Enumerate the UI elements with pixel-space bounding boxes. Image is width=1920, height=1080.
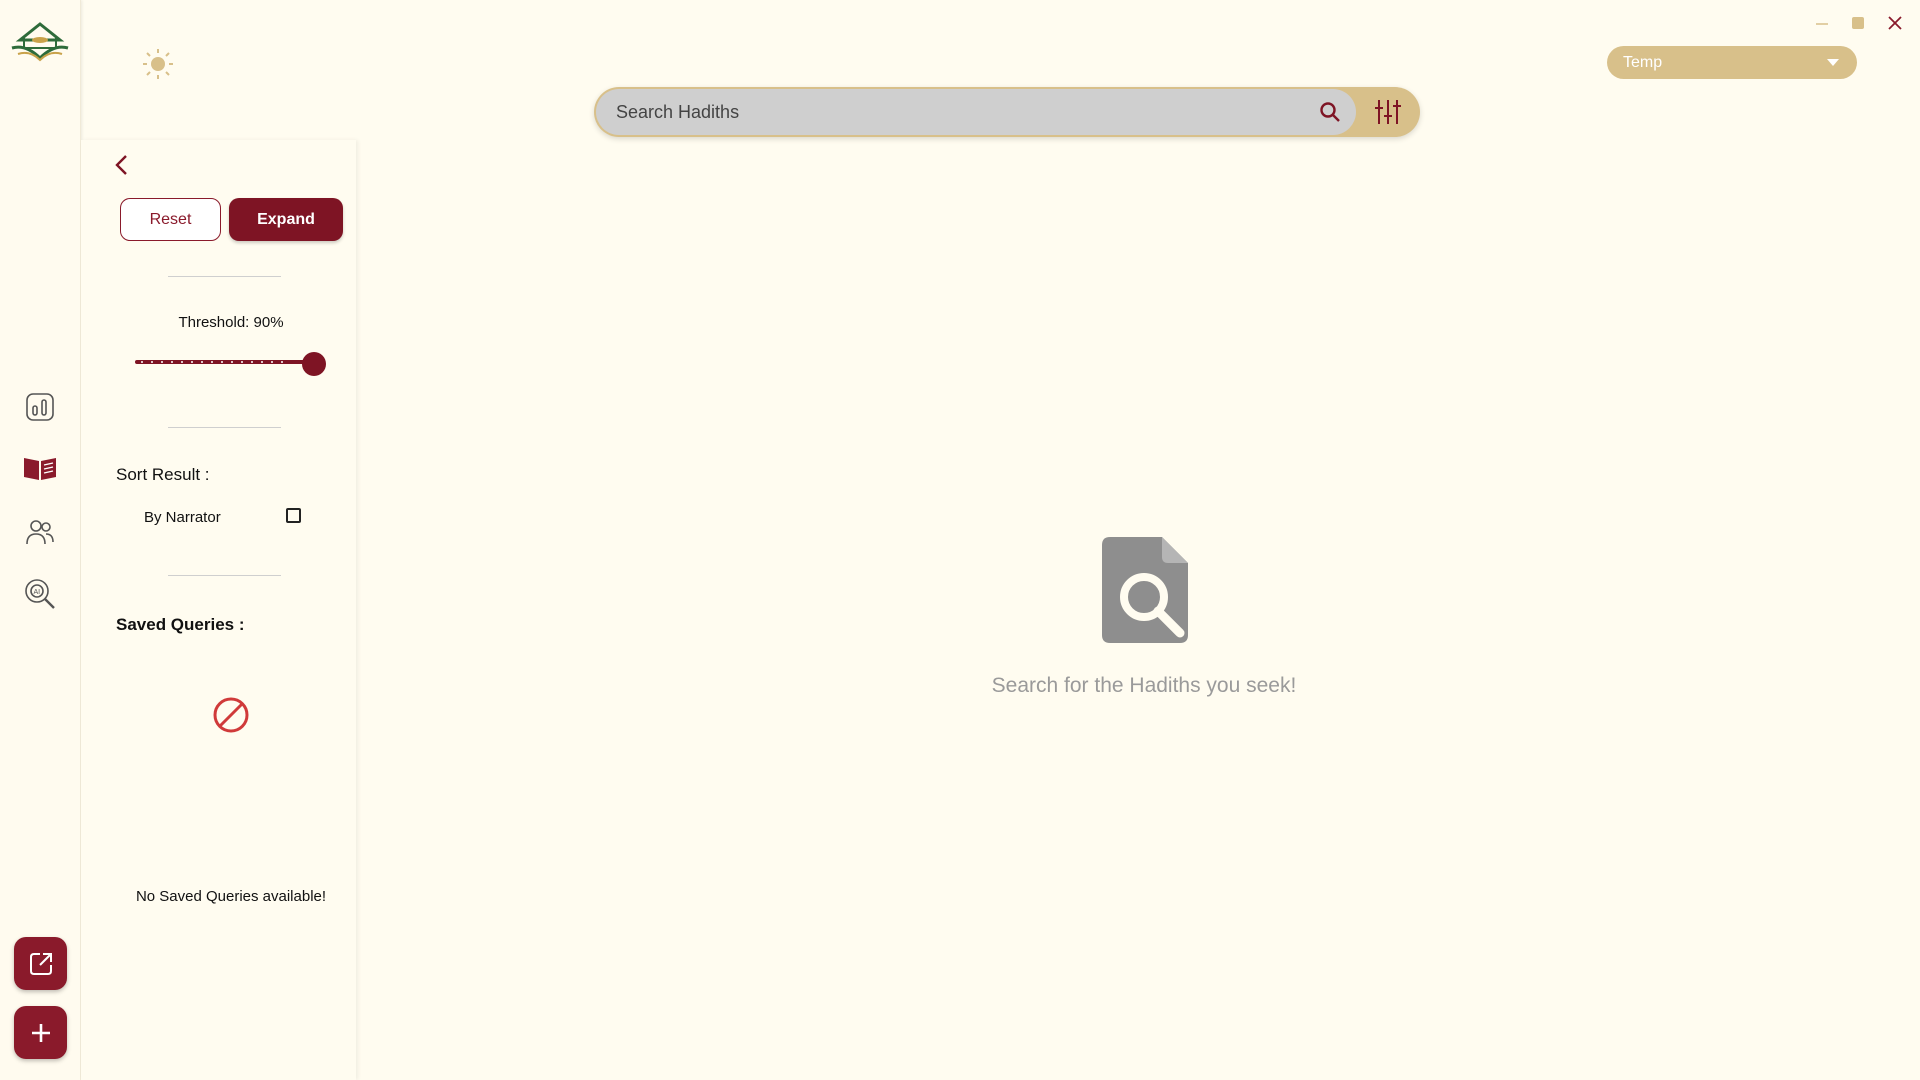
document-search-icon xyxy=(1102,537,1188,643)
external-link-icon xyxy=(29,952,52,975)
chevron-down-icon xyxy=(1827,59,1839,66)
threshold-label: Threshold: 90% xyxy=(178,314,284,331)
slider-tick xyxy=(181,361,183,363)
slider-tick xyxy=(201,361,203,363)
search-icon[interactable] xyxy=(1318,100,1342,124)
ai-search-icon[interactable]: AI xyxy=(22,576,58,612)
filter-icon[interactable] xyxy=(1374,98,1402,126)
saved-queries-heading: Saved Queries : xyxy=(116,615,245,634)
empty-state-text: Search for the Hadiths you seek! xyxy=(991,674,1297,697)
app-window: AI Temp Search Hadiths Reset Expand Thre… xyxy=(0,0,1920,1080)
reset-button[interactable]: Reset xyxy=(120,198,221,241)
slider-tick xyxy=(271,361,273,363)
divider xyxy=(168,276,281,277)
sort-result-heading: Sort Result : xyxy=(116,465,210,484)
statistics-icon[interactable] xyxy=(22,389,58,425)
expand-button[interactable]: Expand xyxy=(229,198,343,241)
close-button[interactable] xyxy=(1884,12,1906,34)
slider-tick xyxy=(251,361,253,363)
svg-text:AI: AI xyxy=(34,589,41,596)
slider-tick xyxy=(211,361,213,363)
slider-tick xyxy=(281,361,283,363)
filter-panel: Reset Expand Threshold: 90% Sort Result … xyxy=(81,140,356,1080)
no-saved-queries-text: No Saved Queries available! xyxy=(135,888,327,905)
slider-tick xyxy=(221,361,223,363)
slider-tick xyxy=(241,361,243,363)
slider-tick xyxy=(261,361,263,363)
add-button[interactable] xyxy=(14,1006,67,1059)
open-external-button[interactable] xyxy=(14,937,67,990)
slider-tick xyxy=(191,361,193,363)
narrators-icon[interactable] xyxy=(22,514,58,550)
left-rail: AI xyxy=(0,0,81,1080)
prohibited-icon xyxy=(213,697,249,733)
slider-thumb[interactable] xyxy=(302,352,327,376)
slider-tick xyxy=(171,361,173,363)
search-input[interactable] xyxy=(596,89,1356,135)
slider-tick xyxy=(161,361,163,363)
divider xyxy=(168,427,281,428)
by-narrator-label: By Narrator xyxy=(144,509,221,526)
slider-tick xyxy=(151,361,153,363)
divider xyxy=(168,575,281,576)
threshold-slider[interactable] xyxy=(135,352,335,376)
book-icon[interactable] xyxy=(22,451,58,487)
slider-tick xyxy=(141,361,143,363)
maximize-button[interactable] xyxy=(1847,12,1869,34)
slider-tick xyxy=(231,361,233,363)
collection-dropdown[interactable]: Temp xyxy=(1607,46,1857,79)
sun-icon[interactable] xyxy=(142,48,174,80)
by-narrator-checkbox[interactable] xyxy=(286,508,301,523)
close-icon xyxy=(1888,16,1902,30)
search-bar xyxy=(594,87,1420,137)
dropdown-value: Temp xyxy=(1623,53,1663,71)
plus-icon xyxy=(31,1023,50,1042)
app-logo xyxy=(11,22,69,62)
chevron-left-icon[interactable] xyxy=(111,152,133,178)
minimize-button[interactable] xyxy=(1811,12,1833,34)
